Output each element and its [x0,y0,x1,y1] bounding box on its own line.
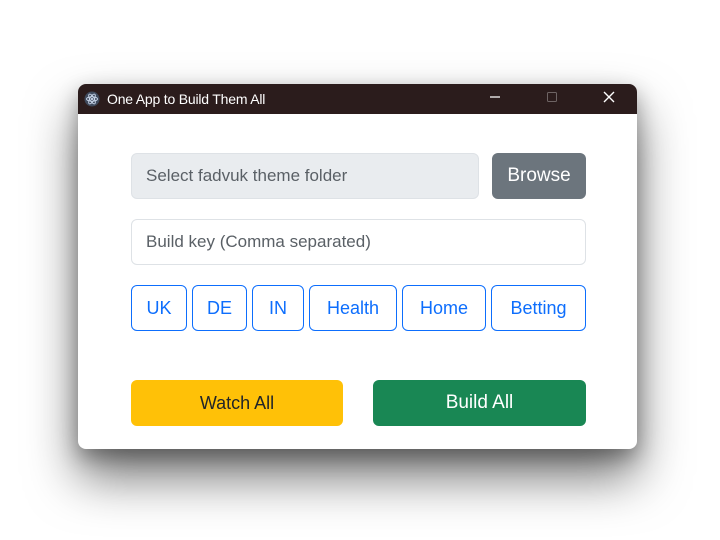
watch-all-button[interactable]: Watch All [131,380,343,426]
app-window: One App to Build Them All Browse [78,84,637,449]
maximize-icon [546,90,558,108]
electron-atom-icon [84,91,100,107]
maximize-button[interactable] [523,84,580,114]
minimize-button[interactable] [466,84,523,114]
tag-button-betting[interactable]: Betting [491,285,586,331]
tag-button-in[interactable]: IN [252,285,304,331]
tag-button-home[interactable]: Home [402,285,486,331]
theme-folder-input[interactable] [131,153,479,199]
browse-button[interactable]: Browse [492,153,586,199]
window-title: One App to Build Them All [107,91,266,107]
build-key-input[interactable] [131,219,586,265]
main-content: Browse UK DE IN Health Home Betting Watc… [78,114,637,449]
close-button[interactable] [580,84,637,114]
build-all-button[interactable]: Build All [373,380,586,426]
title-bar[interactable]: One App to Build Them All [78,84,637,114]
tag-button-health[interactable]: Health [309,285,397,331]
window-controls [466,84,637,114]
minimize-icon [489,90,501,108]
close-icon [602,90,616,109]
tag-button-de[interactable]: DE [192,285,247,331]
tag-button-uk[interactable]: UK [131,285,187,331]
